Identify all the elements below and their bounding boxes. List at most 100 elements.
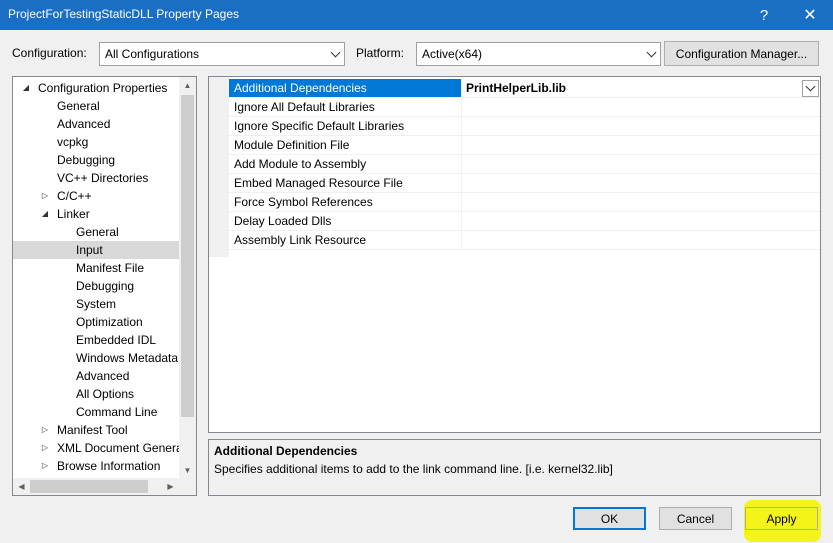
tree-item[interactable]: General: [13, 97, 179, 115]
tree-item-label: Windows Metadata: [76, 351, 179, 365]
tree-item[interactable]: Input: [13, 241, 179, 259]
property-value[interactable]: [462, 231, 820, 249]
tree-item[interactable]: ▷ Browse Information: [13, 457, 179, 475]
property-row[interactable]: Ignore Specific Default Libraries: [229, 117, 820, 136]
description-title: Additional Dependencies: [214, 444, 358, 458]
property-value[interactable]: [462, 212, 820, 230]
property-name: Embed Managed Resource File: [229, 174, 462, 192]
tree-item[interactable]: Optimization: [13, 313, 179, 331]
tree-item[interactable]: Windows Metadata: [13, 349, 179, 367]
tree-item-label: Advanced: [57, 117, 111, 131]
expanded-triangle-icon[interactable]: ◢: [40, 205, 50, 223]
expanded-triangle-icon[interactable]: ◢: [21, 79, 31, 97]
property-tree[interactable]: ◢ Configuration Properties General Advanced…: [12, 76, 197, 496]
property-row[interactable]: Embed Managed Resource File: [229, 174, 820, 193]
property-name: Module Definition File: [229, 136, 462, 154]
property-name: Additional Dependencies: [229, 79, 462, 97]
configuration-dropdown[interactable]: All Configurations: [99, 42, 345, 66]
tree-item[interactable]: VC++ Directories: [13, 169, 179, 187]
tree-item-label: General: [76, 225, 119, 239]
tree-item[interactable]: System: [13, 295, 179, 313]
tree-item-label: VC++ Directories: [57, 171, 149, 185]
ok-button[interactable]: OK: [573, 507, 646, 530]
tree-item[interactable]: Manifest File: [13, 259, 179, 277]
property-row[interactable]: Ignore All Default Libraries: [229, 98, 820, 117]
scroll-down-icon[interactable]: ▼: [179, 462, 196, 479]
property-name: Add Module to Assembly: [229, 155, 462, 173]
tree-item[interactable]: ▷ Manifest Tool: [13, 421, 179, 439]
property-value[interactable]: [462, 155, 820, 173]
property-row[interactable]: Delay Loaded Dlls: [229, 212, 820, 231]
property-row[interactable]: Additional Dependencies PrintHelperLib.li…: [229, 79, 820, 98]
tree-item-label: Linker: [57, 207, 90, 221]
scroll-up-icon[interactable]: ▲: [179, 77, 196, 94]
collapsed-triangle-icon[interactable]: ▷: [40, 457, 50, 475]
property-name: Ignore Specific Default Libraries: [229, 117, 462, 135]
close-button[interactable]: ✕: [787, 0, 833, 30]
tree-item[interactable]: All Options: [13, 385, 179, 403]
tree-item-label: Command Line: [76, 405, 158, 419]
tree-item[interactable]: vcpkg: [13, 133, 179, 151]
tree-item-label: Input: [76, 243, 103, 257]
chevron-down-icon: [642, 43, 660, 65]
property-row[interactable]: Assembly Link Resource: [229, 231, 820, 250]
collapsed-triangle-icon[interactable]: ▷: [40, 187, 50, 205]
property-grid: Additional Dependencies PrintHelperLib.li…: [208, 76, 821, 433]
property-row[interactable]: Force Symbol References: [229, 193, 820, 212]
description-panel: Additional Dependencies Specifies additi…: [208, 439, 821, 496]
description-text: Specifies additional items to add to the…: [214, 462, 613, 476]
collapsed-triangle-icon[interactable]: ▷: [40, 439, 50, 457]
tree-item-label: Debugging: [76, 279, 135, 293]
property-pages-dialog: ProjectForTestingStaticDLL Property Page…: [0, 0, 833, 543]
tree-item[interactable]: ▷ XML Document Genera: [13, 439, 183, 457]
tree-item[interactable]: General: [13, 223, 179, 241]
tree-item-label: Advanced: [76, 369, 130, 383]
platform-label: Platform:: [356, 46, 405, 60]
scroll-thumb[interactable]: [30, 480, 148, 493]
collapsed-triangle-icon[interactable]: ▷: [40, 421, 50, 439]
tree-item[interactable]: Embedded IDL: [13, 331, 179, 349]
property-value[interactable]: [462, 174, 820, 192]
tree-item[interactable]: Command Line: [13, 403, 179, 421]
grid-gutter: [209, 77, 229, 257]
tree-item[interactable]: Advanced: [13, 367, 179, 385]
title-bar: ProjectForTestingStaticDLL Property Page…: [0, 0, 833, 30]
platform-value: Active(x64): [422, 47, 483, 61]
configuration-label: Configuration:: [12, 46, 87, 60]
tree-vertical-scrollbar[interactable]: ▲ ▼: [179, 77, 196, 479]
property-value[interactable]: [462, 193, 820, 211]
scroll-right-icon[interactable]: ▶: [162, 478, 179, 495]
property-name: Force Symbol References: [229, 193, 462, 211]
configuration-value: All Configurations: [105, 47, 200, 61]
help-button[interactable]: ?: [741, 0, 787, 30]
tree-item-label: Manifest File: [76, 261, 145, 275]
configuration-manager-button[interactable]: Configuration Manager...: [664, 41, 819, 66]
scroll-corner: [179, 478, 196, 495]
tree-item-label: General: [57, 99, 100, 113]
platform-dropdown[interactable]: Active(x64): [416, 42, 661, 66]
property-value[interactable]: [462, 117, 820, 135]
property-value[interactable]: PrintHelperLib.lib: [462, 79, 820, 97]
scroll-thumb[interactable]: [181, 95, 194, 417]
apply-button[interactable]: Apply: [745, 507, 818, 530]
tree-item[interactable]: Advanced: [13, 115, 179, 133]
property-row[interactable]: Add Module to Assembly: [229, 155, 820, 174]
tree-item[interactable]: ▷ C/C++: [13, 187, 179, 205]
value-dropdown-button[interactable]: [802, 80, 819, 97]
property-row[interactable]: Module Definition File: [229, 136, 820, 155]
tree-item[interactable]: ◢ Configuration Properties: [13, 79, 179, 97]
property-value[interactable]: [462, 136, 820, 154]
tree-item[interactable]: Debugging: [13, 151, 179, 169]
tree-item[interactable]: ◢ Linker: [13, 205, 179, 223]
tree-horizontal-scrollbar[interactable]: ◀ ▶: [13, 478, 179, 495]
cancel-button[interactable]: Cancel: [659, 507, 732, 530]
property-name: Delay Loaded Dlls: [229, 212, 462, 230]
tree-item-label: C/C++: [57, 189, 92, 203]
chevron-down-icon: [326, 43, 344, 65]
tree-item[interactable]: Debugging: [13, 277, 179, 295]
tree-item-label: Embedded IDL: [76, 333, 157, 347]
property-name: Ignore All Default Libraries: [229, 98, 462, 116]
scroll-left-icon[interactable]: ◀: [13, 478, 30, 495]
property-value[interactable]: [462, 98, 820, 116]
chevron-down-icon: [805, 81, 816, 92]
